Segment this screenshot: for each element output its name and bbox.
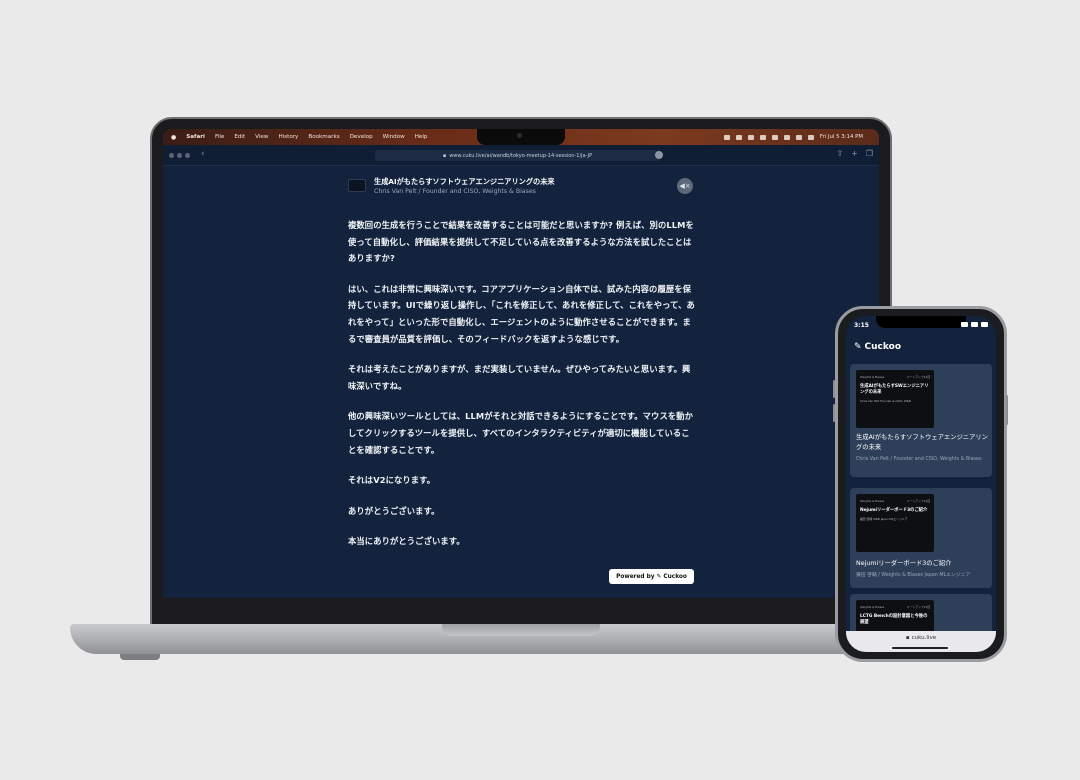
toolbar-actions: ⇧ + ❐ [836, 149, 873, 158]
powered-by-badge[interactable]: Powered by ✎ Cuckoo [609, 569, 694, 584]
phone-brand-name: Cuckoo [864, 342, 902, 352]
music-icon[interactable] [771, 134, 778, 140]
lock-icon: ▪ [905, 635, 910, 641]
thumb-title: Nejumiリーダーボード3のご紹介 [860, 508, 928, 513]
transcript-paragraph: 本当にありがとうございます。 [348, 536, 465, 547]
chevron-left-icon[interactable] [723, 134, 730, 140]
transcript-paragraph: ありがとうございます。 [348, 505, 440, 516]
session-header: 生成AIがもたらすソフトウェアエンジニアリングの未来 Chris Van Pel… [348, 177, 698, 199]
signal-icon [961, 322, 968, 327]
camera-notch [477, 129, 565, 145]
address-text: www.cuku.live/ai/wandb/tokyo-meetup-14-s… [449, 152, 593, 159]
thumb-title: 生成AIがもたらすSWエンジニアリングの未来 [860, 384, 929, 395]
apple-icon[interactable]: ● [171, 134, 176, 141]
tab-overview-icon[interactable]: ❐ [866, 149, 873, 158]
menu-safari[interactable]: Safari [186, 134, 205, 140]
close-window-button[interactable] [169, 153, 174, 158]
thumb-sub: Chris Van Pelt Founder & CISO, W&B [860, 399, 911, 403]
menu-view[interactable]: View [255, 134, 268, 140]
status-area: Fri Jul 5 3:14 PM [723, 129, 873, 145]
session-card[interactable]: Weights & Biases ミートアップ14回 Nejumiリーダーボード3… [850, 488, 992, 588]
thumb-tag-left: Weights & Biases [860, 605, 885, 609]
speaker-mute-icon: ◀× [679, 182, 691, 190]
zoom-window-button[interactable] [185, 153, 190, 158]
transcript: 複数回の生成を行うことで結果を改善することは可能だと思いますか? 例えば、別のL… [348, 217, 696, 564]
menu-file[interactable]: File [215, 134, 224, 140]
battery-icon [981, 322, 988, 327]
thumb-title: LCTG Benchの設計意図と今後の展望 [860, 614, 928, 625]
powered-by-label: Powered by [616, 573, 655, 580]
home-indicator[interactable] [892, 647, 948, 649]
menu-help[interactable]: Help [415, 134, 428, 140]
cuckoo-logo-icon: ✎ [656, 573, 662, 580]
menu-develop[interactable]: Develop [350, 134, 373, 140]
session-card-thumbnail: Weights & Biases ミートアップ14回 Nejumiリーダーボード3… [856, 494, 934, 552]
session-card-subtitle: 鎌田 啓輔 / Weights & Biases Japan MLエンジニア [856, 573, 971, 578]
phone-brand[interactable]: ✎ Cuckoo [854, 342, 901, 352]
menu-edit[interactable]: Edit [234, 134, 245, 140]
minimize-window-button[interactable] [177, 153, 182, 158]
menu-history[interactable]: History [278, 134, 298, 140]
bluetooth-icon[interactable] [747, 134, 754, 140]
share-icon[interactable]: ⇧ [836, 149, 843, 158]
thumb-tag-right: ミートアップ14回 [906, 499, 930, 503]
phone-screen: 3:15 ✎ Cuckoo Weights & Biases ミートアップ14回 … [846, 316, 996, 652]
address-bar[interactable]: ▪ www.cuku.live/ai/wandb/tokyo-meetup-14… [375, 150, 660, 161]
thumb-tag-right: ミートアップ14回 [906, 375, 930, 379]
phone-side-button [833, 380, 835, 398]
new-tab-icon[interactable]: + [851, 149, 858, 158]
battery-icon[interactable] [759, 134, 766, 140]
cuckoo-logo-icon: ✎ [854, 342, 862, 352]
lock-icon: ▪ [442, 152, 447, 159]
powered-by-brand: Cuckoo [663, 573, 687, 580]
session-card-thumbnail: Weights & Biases ミートアップ14回 生成AIがもたらすSWエンジ… [856, 370, 934, 428]
phone-side-button [833, 404, 835, 422]
back-arrow-icon[interactable]: ‹ [201, 149, 205, 159]
thumb-sub: 鎌田 啓輔 W&B Japan MLエンジニア [860, 517, 908, 521]
wifi-icon [971, 322, 978, 327]
keyboard-icon[interactable] [735, 134, 742, 140]
laptop-opening-notch [442, 624, 600, 636]
control-center-icon[interactable] [807, 134, 814, 140]
session-card-title: Nejumiリーダーボード3のご紹介 [856, 560, 952, 567]
session-thumbnail [348, 179, 366, 192]
phone-time: 3:15 [854, 322, 869, 329]
session-speaker: Chris Van Pelt / Founder and CISO, Weigh… [374, 188, 536, 195]
transcript-paragraph: 複数回の生成を行うことで結果を改善することは可能だと思いますか? 例えば、別のL… [348, 220, 694, 264]
phone-status-icons [961, 322, 988, 327]
laptop-foot [120, 654, 160, 660]
laptop-screen: ● Safari File Edit View History Bookmark… [163, 129, 879, 598]
menu-bookmarks[interactable]: Bookmarks [308, 134, 339, 140]
camera-icon [517, 133, 522, 138]
volume-icon[interactable] [783, 134, 790, 140]
thumb-tag-right: ミートアップ14回 [906, 605, 930, 609]
dynamic-island [876, 316, 966, 328]
extension-icon[interactable] [655, 151, 663, 159]
phone-power-button [1006, 395, 1008, 425]
menu-window[interactable]: Window [383, 134, 405, 140]
transcript-paragraph: それはV2になります。 [348, 475, 436, 486]
menubar-clock[interactable]: Fri Jul 5 3:14 PM [820, 134, 863, 140]
session-card-subtitle: Chris Van Pelt / Founder and CISO, Weigh… [856, 457, 982, 462]
browser-toolbar: ‹ ▪ www.cuku.live/ai/wandb/tokyo-meetup-… [163, 145, 879, 166]
transcript-paragraph: はい、これは非常に興味深いです。コアアプリケーション自体では、試みた内容の履歴を… [348, 283, 695, 344]
laptop-bezel-bottom [152, 598, 890, 624]
transcript-paragraph: それは考えたことがありますが、まだ実装していません。ぜひやってみたいと思います。… [348, 364, 691, 391]
mute-button[interactable]: ◀× [677, 178, 693, 194]
transcript-paragraph: 他の興味深いツールとしては、LLMがそれと対話できるようにすることです。マウスを… [348, 411, 694, 455]
session-title: 生成AIがもたらすソフトウェアエンジニアリングの未来 [374, 177, 555, 186]
session-card[interactable]: Weights & Biases ミートアップ14回 生成AIがもたらすSWエンジ… [850, 364, 992, 477]
phone-url: cuku.live [911, 635, 937, 641]
thumb-tag-left: Weights & Biases [860, 375, 885, 379]
thumb-tag-left: Weights & Biases [860, 499, 885, 503]
wifi-icon[interactable] [795, 134, 802, 140]
session-card-title: 生成AIがもたらすソフトウェアエンジニアリングの未来 [856, 434, 988, 451]
